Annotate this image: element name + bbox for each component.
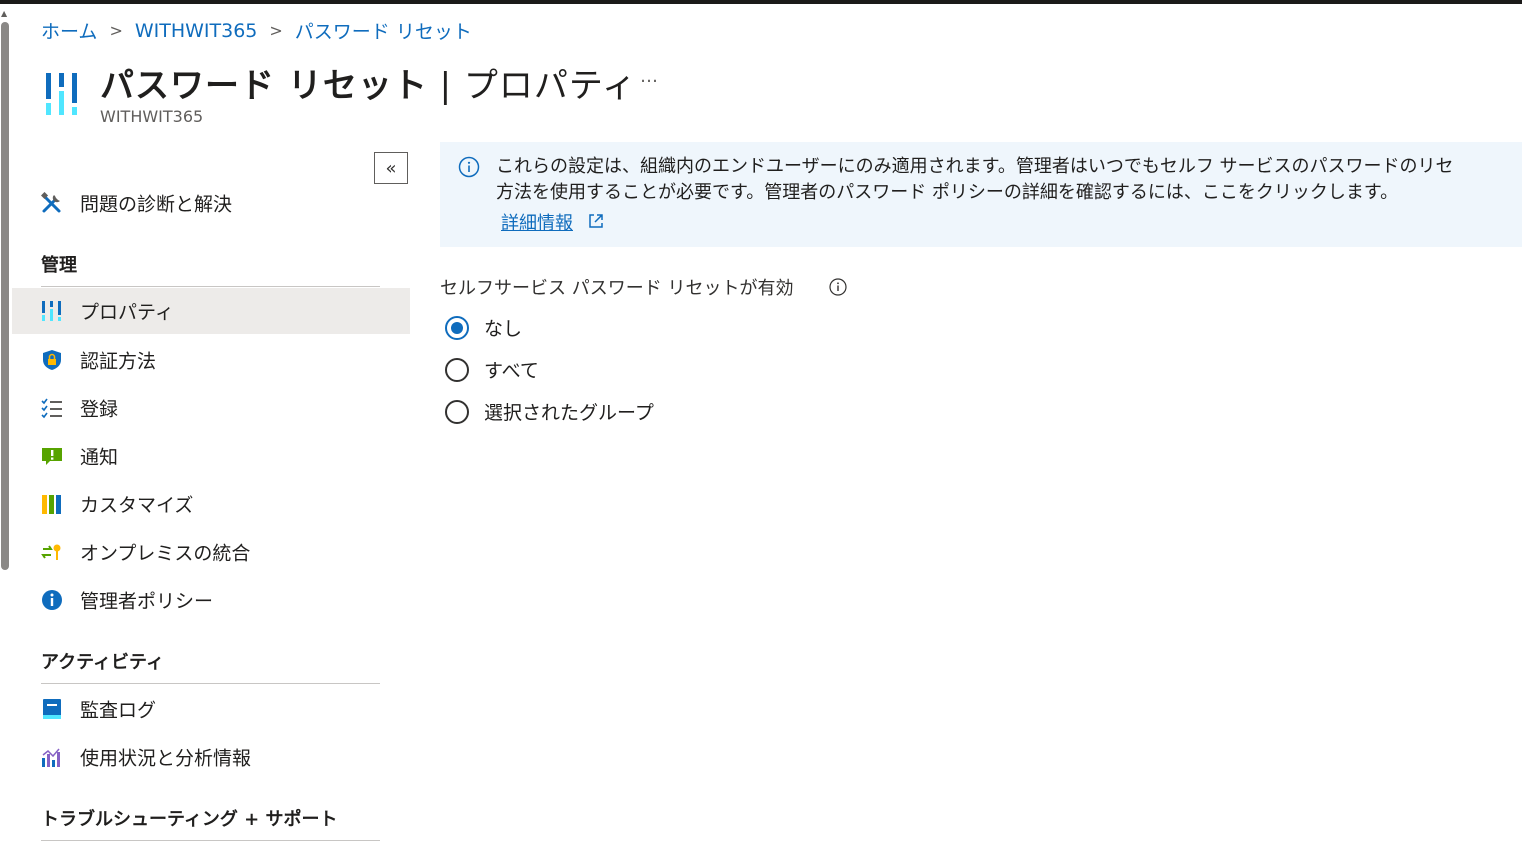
radio-button-checked[interactable] (445, 315, 469, 340)
section-divider (41, 286, 380, 287)
info-banner-line: これらの設定は、組織内のエンドユーザーにのみ適用されます。管理者はいつでもセルフ… (496, 156, 1454, 177)
external-link-icon[interactable] (588, 213, 604, 229)
wrench-screwdriver-icon (41, 192, 61, 213)
sidebar-item-usage-insights[interactable]: 使用状況と分析情報 (12, 734, 410, 780)
info-banner: これらの設定は、組織内のエンドユーザーにのみ適用されます。管理者はいつでもセルフ… (440, 142, 1522, 247)
sidebar-item-label: オンプレミスの統合 (80, 542, 251, 565)
sidebar-item-registration[interactable]: 登録 (12, 385, 410, 431)
sidebar-item-label: 監査ログ (80, 699, 157, 722)
sidebar-item-customize[interactable]: カスタマイズ (12, 481, 410, 527)
properties-bars-icon (42, 301, 61, 321)
top-bar (0, 0, 1522, 4)
chevron-right-icon: > (269, 21, 283, 40)
chevron-right-icon: > (109, 21, 123, 40)
sidebar-item-label: 登録 (80, 398, 119, 421)
sidebar-item-label: 管理者ポリシー (80, 590, 214, 613)
section-heading-manage: 管理 (41, 255, 77, 276)
scrollbar-thumb[interactable] (1, 22, 9, 570)
breadcrumb-home-link[interactable]: ホーム (41, 17, 97, 44)
radio-label: なし (484, 318, 523, 340)
section-divider (41, 683, 380, 684)
learn-more-link[interactable]: 詳細情報 (501, 209, 573, 235)
audit-log-icon (43, 699, 61, 719)
radio-label: 選択されたグループ (484, 402, 654, 424)
sidebar-item-diagnose[interactable]: 問題の診断と解決 (12, 180, 410, 226)
breadcrumb-current-link[interactable]: パスワード リセット (295, 17, 472, 44)
sidebar-item-label: 使用状況と分析情報 (80, 747, 252, 770)
scroll-up-arrow-icon[interactable]: ▲ (1, 10, 7, 18)
page-title-separator: | (427, 66, 464, 106)
page-subtitle: WITHWIT365 (100, 107, 204, 126)
radio-label: すべて (484, 360, 539, 382)
page-title-page: プロパティ (463, 66, 637, 106)
section-heading-activity: アクティビティ (41, 652, 164, 673)
info-banner-text: これらの設定は、組織内のエンドユーザーにのみ適用されます。管理者はいつでもセルフ… (496, 154, 1454, 206)
analytics-icon (42, 748, 60, 767)
sidebar-item-admin-policy[interactable]: 管理者ポリシー (12, 577, 410, 623)
radio-button[interactable] (445, 357, 469, 382)
page-title: パスワード リセット | プロパティ (100, 58, 637, 107)
customize-bars-icon (42, 495, 61, 514)
sidebar-item-onprem[interactable]: オンプレミスの統合 (12, 529, 410, 575)
info-tooltip-icon[interactable] (829, 278, 847, 296)
sidebar-item-notifications[interactable]: 通知 (12, 433, 410, 479)
radio-button[interactable] (445, 399, 469, 424)
radio-option-none[interactable]: なし (445, 314, 522, 341)
sidebar-item-auth-methods[interactable]: 認証方法 (12, 337, 410, 383)
radio-option-selected-groups[interactable]: 選択されたグループ (445, 398, 654, 425)
sidebar-item-properties[interactable]: プロパティ (12, 288, 410, 334)
sidebar-item-label: 通知 (80, 446, 119, 469)
breadcrumb-tenant-link[interactable]: WITHWIT365 (135, 20, 258, 42)
sidebar-item-label: カスタマイズ (80, 494, 194, 517)
breadcrumb: ホーム > WITHWIT365 > パスワード リセット (41, 17, 472, 44)
info-icon (458, 156, 480, 178)
sspr-enabled-label: セルフサービス パスワード リセットが有効 (440, 278, 794, 299)
sidebar-item-label: プロパティ (80, 301, 174, 324)
checklist-icon (41, 398, 62, 419)
radio-option-all[interactable]: すべて (445, 356, 539, 383)
info-circle-icon (42, 590, 62, 610)
more-options-button[interactable]: … (640, 66, 658, 87)
section-divider (41, 840, 380, 841)
sidebar-item-audit-logs[interactable]: 監査ログ (12, 686, 410, 732)
properties-bars-icon (46, 73, 77, 115)
page-scrollbar[interactable]: ▲ (0, 4, 10, 857)
section-heading-troubleshoot: トラブルシューティング + サポート (41, 809, 338, 830)
notification-icon (42, 448, 62, 465)
page-title-main: パスワード リセット (100, 66, 428, 106)
sync-key-icon (41, 544, 61, 560)
info-banner-line: 方法を使用することが必要です。管理者のパスワード ポリシーの詳細を確認するには、… (496, 182, 1399, 203)
shield-lock-icon (43, 350, 61, 370)
sidebar-item-label: 認証方法 (80, 350, 157, 373)
sidebar-item-label: 問題の診断と解決 (80, 193, 233, 216)
